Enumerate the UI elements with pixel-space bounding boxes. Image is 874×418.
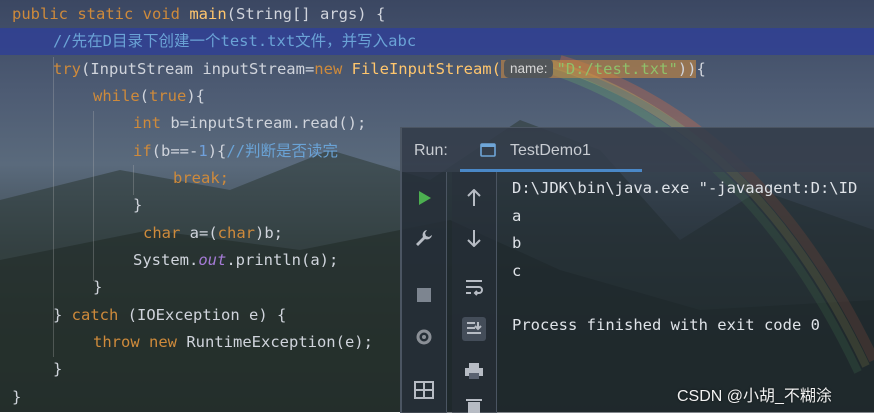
parameter-hint: name: xyxy=(503,59,554,78)
wrench-icon xyxy=(416,230,432,246)
console-output[interactable]: D:\JDK\bin\java.exe "-javaagent:D:\ID a … xyxy=(512,172,874,413)
clear-button[interactable] xyxy=(462,394,486,418)
trash-icon xyxy=(466,399,482,413)
print-button[interactable] xyxy=(462,359,486,383)
console-line: b xyxy=(512,234,522,252)
settings-button[interactable] xyxy=(412,226,436,250)
console-line: c xyxy=(512,262,522,280)
gear-icon xyxy=(416,329,432,345)
debug-button[interactable] xyxy=(412,325,436,349)
console-line: Process finished with exit code 0 xyxy=(512,316,820,334)
arrow-down-icon xyxy=(467,230,481,247)
code-line-2-current: //先在D目录下创建一个test.txt文件，并写入abc xyxy=(0,28,874,55)
arrow-up-icon xyxy=(467,189,481,206)
stop-button[interactable] xyxy=(412,283,436,307)
application-icon xyxy=(480,143,496,157)
run-label: Run: xyxy=(414,142,448,159)
indent-guide xyxy=(133,165,134,195)
rerun-button[interactable] xyxy=(412,186,436,210)
soft-wrap-button[interactable] xyxy=(462,275,486,299)
run-toolbar-right xyxy=(452,172,497,413)
layout-button[interactable] xyxy=(412,378,436,402)
console-line: D:\JDK\bin\java.exe "-javaagent:D:\ID xyxy=(512,179,858,197)
layout-icon xyxy=(414,381,434,399)
watermark: CSDN @小胡_不糊涂 xyxy=(677,388,832,405)
play-icon xyxy=(419,191,431,205)
indent-guide xyxy=(93,111,94,281)
code-line-4: while(true){ xyxy=(93,87,206,105)
code-line-1: public static void main(String[] args) { xyxy=(12,5,386,23)
scroll-down-button[interactable] xyxy=(462,226,486,250)
run-toolbar-left xyxy=(402,172,447,413)
scroll-to-end-icon xyxy=(467,322,482,334)
run-header: Run: TestDemo1 xyxy=(402,128,874,172)
scroll-to-end-button[interactable] xyxy=(462,317,486,341)
wrap-icon xyxy=(466,280,483,296)
console-line: a xyxy=(512,207,522,225)
tab-label: TestDemo1 xyxy=(510,142,591,159)
stop-icon xyxy=(417,288,431,302)
printer-icon xyxy=(465,363,483,379)
code-line-3: try(InputStream inputStream=new FileInpu… xyxy=(53,59,706,78)
run-tool-window[interactable]: Run: TestDemo1 D:\JDK\bin\java.exe "-jav… xyxy=(400,127,874,413)
scroll-up-button[interactable] xyxy=(462,186,486,210)
